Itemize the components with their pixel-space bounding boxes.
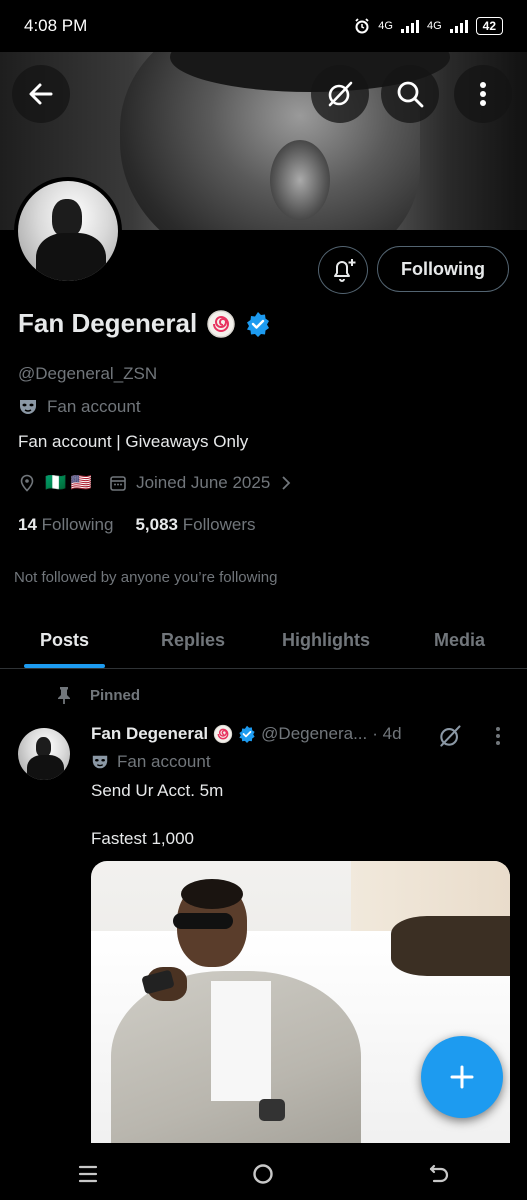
tweet-author-handle[interactable]: @Degenera... [261, 724, 367, 744]
search-button[interactable] [381, 65, 439, 123]
status-time: 4:08 PM [24, 16, 88, 35]
pinned-label: Pinned [90, 686, 141, 704]
following-button[interactable]: Following [377, 246, 509, 292]
tab-highlights[interactable]: Highlights [282, 613, 370, 668]
profile-bio: Fan account | Giveaways Only [18, 432, 249, 451]
chevron-right-icon[interactable] [279, 475, 293, 491]
pinned-indicator: Pinned [56, 686, 140, 704]
tweet-label-text: Fan account [117, 752, 211, 771]
notify-button[interactable] [318, 246, 368, 294]
grok-slash-icon[interactable] [437, 723, 463, 749]
tweet-avatar[interactable] [18, 728, 70, 780]
tweet-header: Fan Degeneral @Degenera... · 4d [91, 724, 402, 744]
profile-avatar[interactable] [14, 177, 122, 285]
mask-icon [20, 400, 36, 414]
tab-replies[interactable]: Replies [161, 613, 225, 668]
joined-date: Joined June 2025 [136, 473, 271, 492]
display-name: Fan Degeneral [18, 308, 198, 338]
compose-button[interactable] [421, 1036, 503, 1118]
status-bar: 4:08 PM 4G 4G 42 [0, 0, 527, 52]
location-pin-icon [20, 474, 34, 492]
grok-slash-icon [328, 81, 353, 107]
alarm-icon [355, 18, 369, 34]
profile-handle: @Degeneral_ZSN [18, 364, 158, 383]
followers-stat[interactable]: 5,083 Followers [135, 515, 255, 535]
plus-icon [450, 1065, 474, 1089]
profile-label-text: Fan account [47, 397, 141, 416]
more-vertical-icon [480, 82, 486, 106]
tweet-more-icon[interactable] [494, 726, 502, 746]
swirl-badge-icon[interactable] [206, 309, 236, 339]
profile-meta: 🇳🇬 🇺🇸 Joined June 2025 [18, 473, 293, 493]
system-back-button[interactable] [419, 1159, 459, 1189]
tab-media[interactable]: Media [434, 613, 485, 668]
tweet-text-line-2: Fastest 1,000 [91, 829, 195, 848]
swirl-badge-icon [213, 724, 233, 744]
signal-icon-2 [449, 19, 468, 33]
profile-name-row: Fan Degeneral [18, 308, 271, 339]
tweet-author-name[interactable]: Fan Degeneral [91, 724, 208, 744]
search-icon [397, 81, 424, 108]
mask-icon [92, 755, 108, 769]
verified-badge-icon [239, 725, 255, 743]
pin-icon [58, 687, 70, 704]
back-button[interactable] [12, 65, 70, 123]
tweet-author-label: Fan account [91, 752, 211, 772]
more-options-button[interactable] [454, 65, 512, 123]
grok-button[interactable] [311, 65, 369, 123]
status-icons: 4G 4G 42 [354, 17, 503, 35]
tweet-time: · 4d [372, 724, 402, 743]
following-stat[interactable]: 14 Following [18, 515, 113, 535]
profile-tabs: Posts Replies Highlights Media [0, 613, 527, 669]
profile-label[interactable]: Fan account [18, 397, 141, 417]
menu-lines-icon [78, 1165, 97, 1183]
battery-indicator: 42 [475, 17, 503, 35]
active-tab-indicator [24, 664, 105, 668]
not-followed-notice: Not followed by anyone you’re following [14, 569, 278, 586]
arrow-left-icon [29, 83, 53, 105]
signal-icon-1 [400, 19, 419, 33]
calendar-icon [110, 476, 126, 491]
profile-stats: 14 Following 5,083 Followers [18, 515, 256, 535]
home-button[interactable] [243, 1159, 283, 1189]
bell-plus-icon [334, 259, 356, 282]
tab-posts[interactable]: Posts [40, 613, 89, 668]
recents-button[interactable] [68, 1159, 108, 1189]
tweet-text-line-1: Send Ur Acct. 5m [91, 781, 224, 800]
system-nav-bar [0, 1143, 527, 1200]
network-label-1: 4G [378, 20, 393, 32]
circle-home-icon [253, 1164, 274, 1184]
return-arrow-icon [430, 1164, 449, 1183]
verified-badge-icon[interactable] [245, 311, 271, 337]
network-label-2: 4G [426, 20, 442, 32]
location-flags: 🇳🇬 🇺🇸 [45, 473, 93, 492]
